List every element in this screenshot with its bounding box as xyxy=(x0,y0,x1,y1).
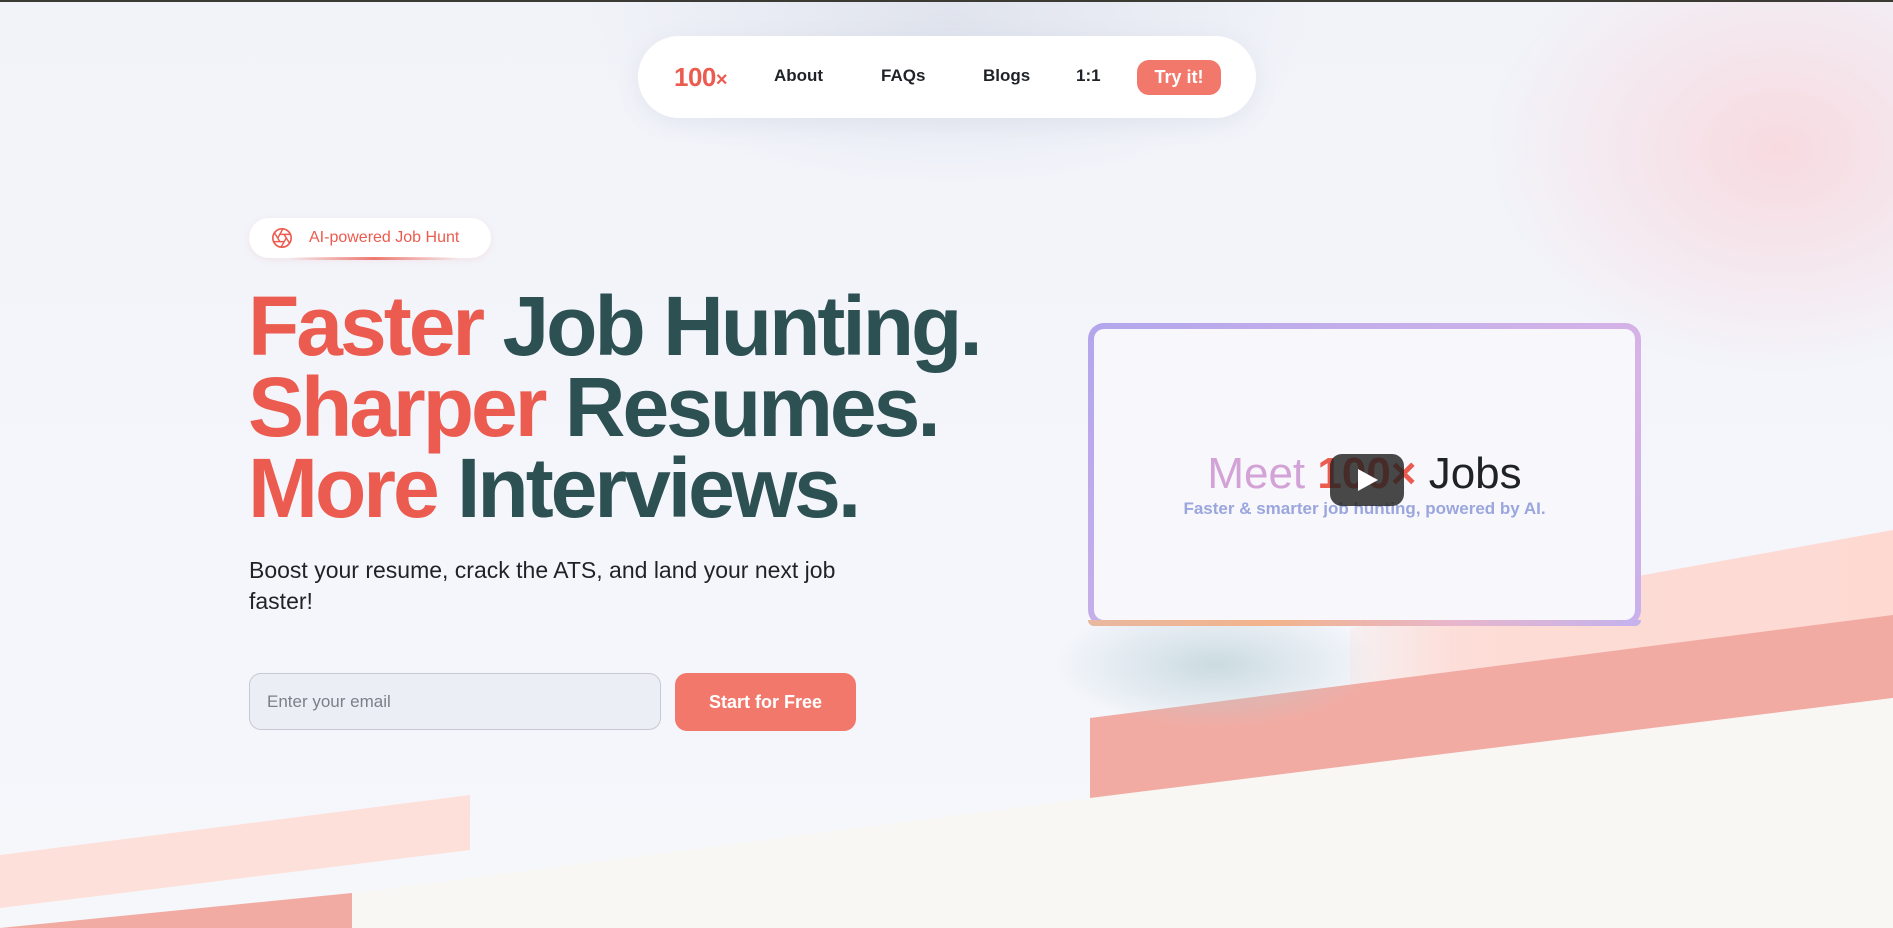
headline-line-3: More Interviews. xyxy=(248,441,861,535)
nav-blogs-link[interactable]: Blogs xyxy=(983,66,1030,86)
play-button[interactable] xyxy=(1330,454,1404,506)
landing-page: 100× About FAQs Blogs 1:1 Try it! AI-pow… xyxy=(0,0,1893,928)
nav-faqs-link[interactable]: FAQs xyxy=(881,66,925,86)
hero-headline: Faster Job Hunting. Sharper Resumes. Mor… xyxy=(248,279,983,535)
email-input[interactable] xyxy=(249,673,661,730)
hero-subtitle: Boost your resume, crack the ATS, and la… xyxy=(249,557,836,614)
play-icon xyxy=(1358,469,1378,491)
nav-one-on-one-link[interactable]: 1:1 xyxy=(1076,66,1101,86)
badge-label: AI-powered Job Hunt xyxy=(309,229,460,246)
headline-line-2: Sharper Resumes. xyxy=(248,360,941,454)
try-it-button[interactable]: Try it! xyxy=(1137,60,1221,95)
video-card[interactable]: Meet 100× Jobs Faster & smarter job hunt… xyxy=(1088,323,1641,626)
video-player[interactable]: Meet 100× Jobs Faster & smarter job hunt… xyxy=(1094,329,1635,620)
logo[interactable]: 100× xyxy=(674,62,728,93)
hero-badge: AI-powered Job Hunt xyxy=(249,218,491,260)
start-for-free-button[interactable]: Start for Free xyxy=(675,673,856,731)
aperture-icon xyxy=(272,228,292,248)
nav-about-link[interactable]: About xyxy=(774,66,823,86)
headline-line-1: Faster Job Hunting. xyxy=(248,279,983,373)
top-nav: 100× About FAQs Blogs 1:1 Try it! xyxy=(638,36,1256,118)
badge-underline xyxy=(289,257,459,260)
